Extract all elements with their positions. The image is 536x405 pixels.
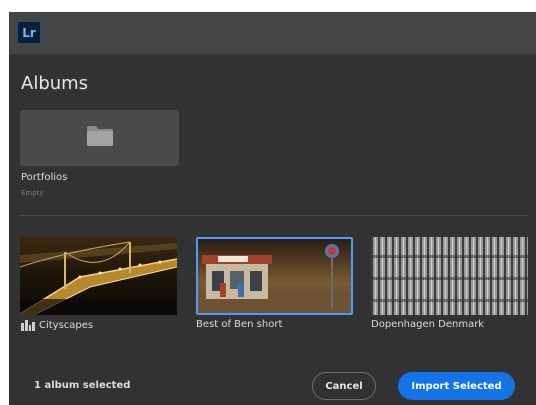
collection-thumb-best-of-ben[interactable] — [196, 237, 353, 315]
album-name: Portfolios — [21, 172, 68, 183]
gas-station-photo — [198, 239, 351, 313]
cancel-button[interactable]: Cancel — [312, 372, 376, 400]
import-albums-dialog: Lr Albums Portfolios Empty Cityscapes Be… — [9, 12, 536, 405]
selection-status: 1 album selected — [34, 380, 131, 391]
album-tile-portfolios[interactable] — [20, 110, 179, 166]
collection-name: Cityscapes — [39, 320, 94, 331]
divider — [20, 215, 528, 216]
title-bar: Lr — [9, 12, 536, 54]
import-selected-button[interactable]: Import Selected — [398, 372, 515, 400]
lightroom-logo: Lr — [17, 21, 41, 44]
collection-label-best-of-ben: Best of Ben short — [196, 319, 283, 330]
cityscape-icon — [21, 320, 35, 331]
collection-label-dopenhagen: Dopenhagen Denmark — [371, 319, 485, 330]
collection-thumb-cityscapes[interactable] — [20, 237, 177, 315]
collection-label-cityscapes: Cityscapes — [21, 319, 93, 331]
album-subtitle: Empty — [21, 189, 44, 197]
page-title: Albums — [21, 73, 89, 94]
folder-icon — [87, 126, 113, 146]
bridge-night-photo — [20, 237, 177, 315]
building-facade-photo — [371, 237, 528, 315]
collection-thumb-dopenhagen[interactable] — [371, 237, 528, 315]
